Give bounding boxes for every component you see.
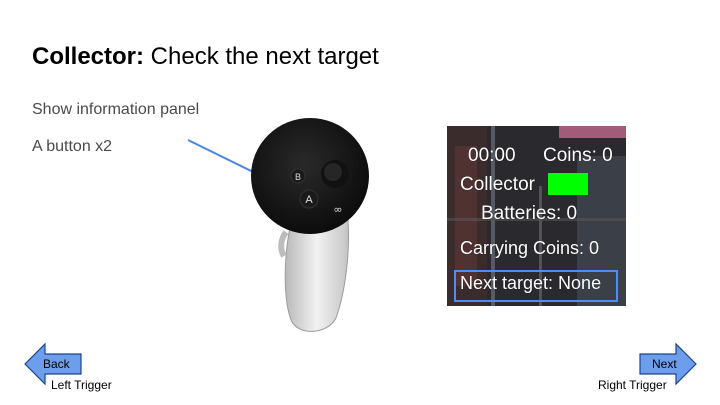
- next-label: Next: [652, 357, 677, 371]
- left-trigger-hint: Left Trigger: [51, 378, 112, 392]
- coins-text: Coins: 0: [543, 145, 613, 166]
- timer-text: 00:00: [468, 145, 516, 166]
- collector-text: Collector: [460, 174, 535, 195]
- menu-button-icon: ∞: [333, 203, 342, 216]
- button-a-label: A: [305, 194, 313, 206]
- next-target-text: Next target: None: [460, 273, 602, 293]
- collector-color-swatch: [548, 173, 588, 195]
- batteries-text: Batteries: 0: [481, 203, 578, 224]
- right-trigger-hint: Right Trigger: [598, 378, 667, 392]
- vr-controller-image: B A ∞: [230, 110, 420, 340]
- button-b-label: B: [295, 172, 301, 182]
- carrying-coins-text: Carrying Coins: 0: [460, 238, 600, 258]
- information-panel: 00:00 Coins: 0 Collector Batteries: 0 Ca…: [447, 126, 626, 306]
- back-label: Back: [43, 357, 70, 371]
